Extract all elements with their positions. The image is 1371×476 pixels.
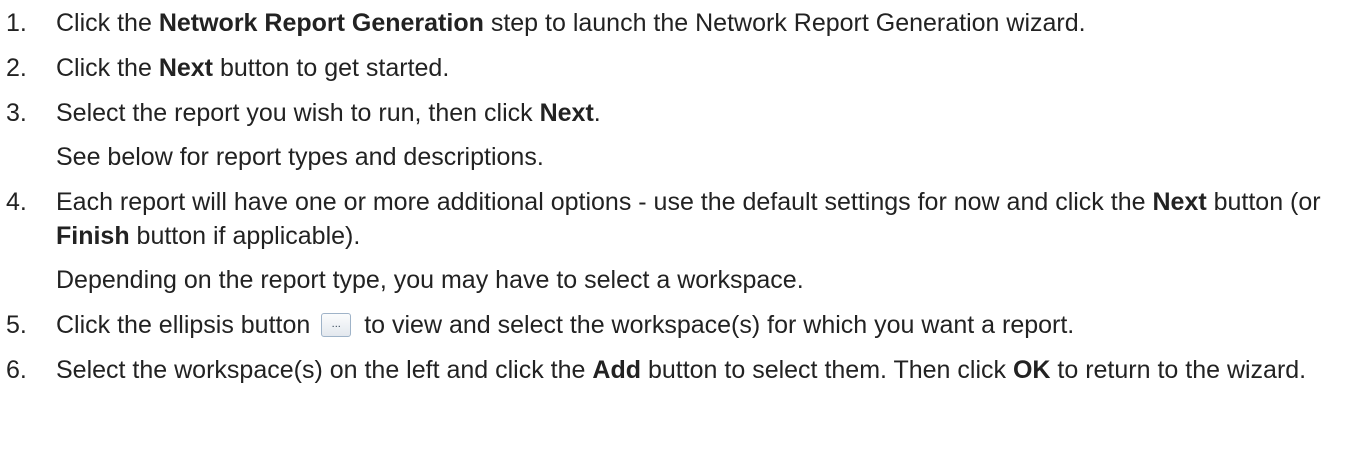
step-4: 4. Each report will have one or more add… [0,185,1371,297]
step-text: Each report will have one or more additi… [56,185,1371,253]
step-text-part: Select the report you wish to run, then … [56,99,540,127]
instruction-steps: 1. Click the Network Report Generation s… [0,0,1371,387]
step-text-part: button (or [1206,188,1321,216]
step-text: Click the Network Report Generation step… [56,6,1371,40]
step-1: 1. Click the Network Report Generation s… [0,6,1371,40]
step-text-part: Select the workspace(s) on the left and … [56,356,593,384]
ellipsis-glyph: ... [331,318,341,330]
step-text: Select the workspace(s) on the left and … [56,353,1371,387]
step-text-part: button if applicable). [129,222,361,250]
bold-term: Add [592,356,641,384]
step-3: 3. Select the report you wish to run, th… [0,96,1371,174]
step-text: Select the report you wish to run, then … [56,96,1371,130]
step-text: Click the ellipsis button ... to view an… [56,308,1371,342]
step-text-part: Each report will have one or more additi… [56,188,1153,216]
step-text-part: Click the ellipsis button [56,311,311,339]
step-number: 1. [6,9,27,37]
step-text-part: . [593,99,601,127]
step-number: 5. [6,311,27,339]
bold-term: Finish [56,222,130,250]
bold-term: Next [539,99,594,127]
step-6: 6. Select the workspace(s) on the left a… [0,353,1371,387]
step-text-part: Click the [56,9,159,37]
bold-term: Network Report Generation [158,9,484,37]
step-5: 5. Click the ellipsis button ... to view… [0,308,1371,342]
step-number: 6. [6,356,27,384]
step-text-part: button to get started. [213,54,450,82]
step-text-part: to return to the wizard. [1050,356,1307,384]
bold-term: OK [1012,356,1051,384]
bold-term: Next [158,54,213,82]
bold-term: Next [1152,188,1207,216]
step-note: See below for report types and descripti… [56,143,544,171]
step-number: 3. [6,99,27,127]
step-number: 2. [6,54,27,82]
step-text-part: button to select them. Then click [641,356,1013,384]
step-note: Depending on the report type, you may ha… [56,266,804,294]
ellipsis-button-icon: ... [321,313,352,337]
step-text-part: Click the [56,54,159,82]
step-number: 4. [6,188,27,216]
step-2: 2. Click the Next button to get started. [0,51,1371,85]
step-text-part: step to launch the Network Report Genera… [483,9,1086,37]
step-text-part: to view and select the workspace(s) for … [357,311,1075,339]
step-text: Click the Next button to get started. [56,51,1371,85]
